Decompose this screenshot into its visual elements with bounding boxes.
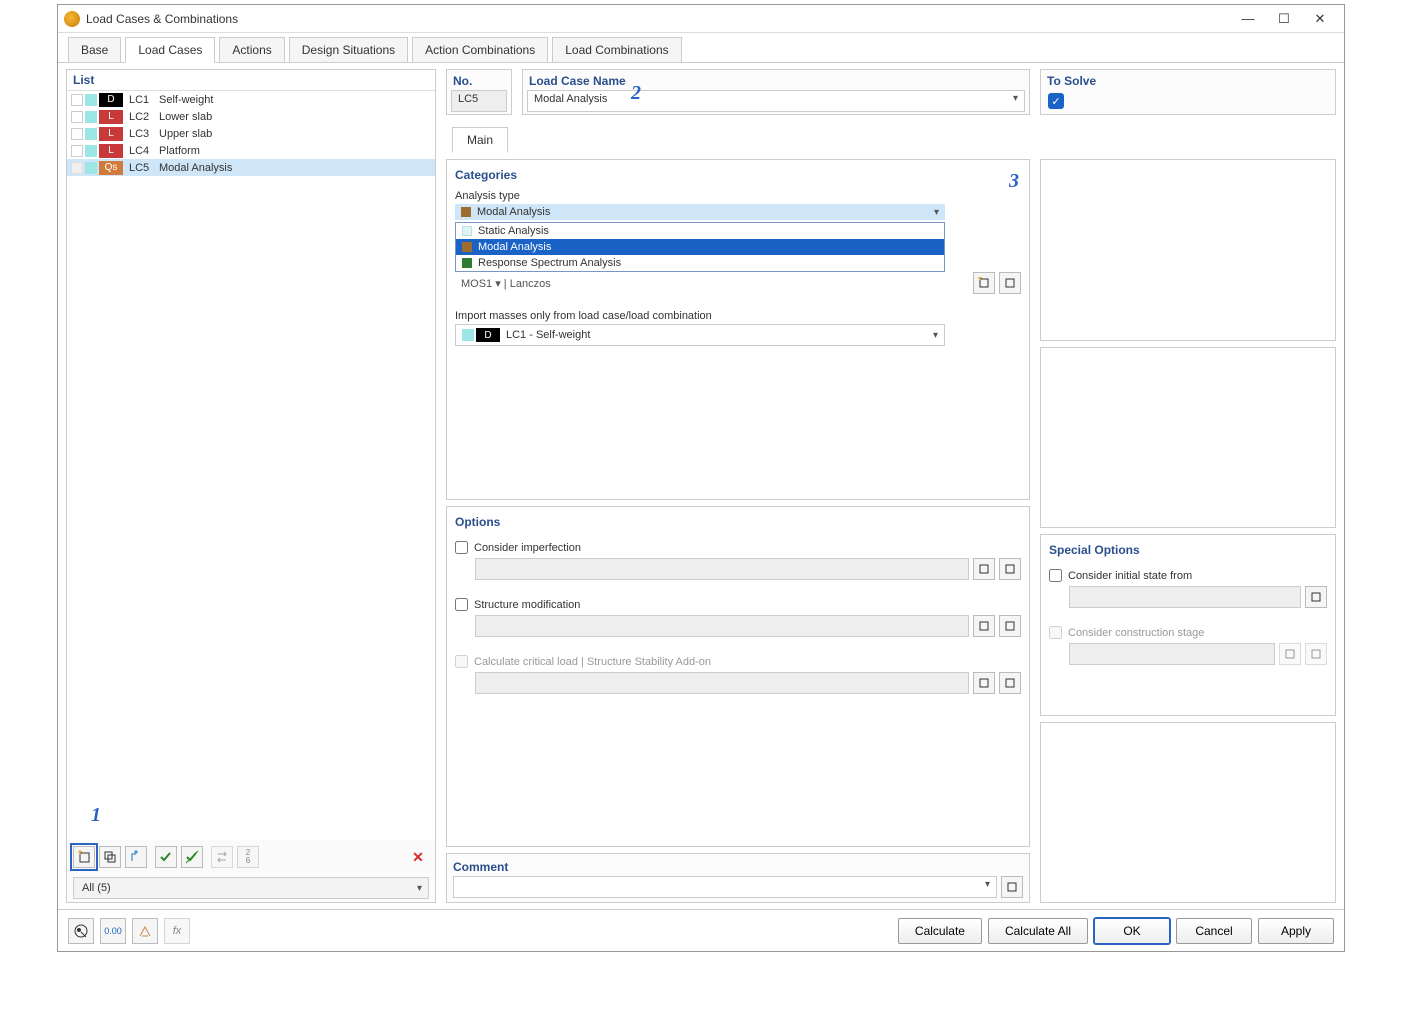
list-item[interactable]: LLC3Upper slab xyxy=(67,125,435,142)
construction-stage-checkbox xyxy=(1049,626,1062,639)
annotation-3: 3 xyxy=(1009,170,1019,193)
titlebar: Load Cases & Combinations — ☐ ✕ xyxy=(58,5,1344,33)
list-item[interactable]: LLC4Platform xyxy=(67,142,435,159)
help-button[interactable] xyxy=(68,918,94,944)
comment-pick-button[interactable] xyxy=(1001,876,1023,898)
list-toolbar: 26 ✕ xyxy=(67,840,435,874)
list-head: List xyxy=(67,70,435,91)
check-all-button[interactable] xyxy=(155,846,177,868)
structure-modification-checkbox[interactable] xyxy=(455,598,468,611)
swatch-icon xyxy=(461,207,471,217)
initial-state-checkbox[interactable] xyxy=(1049,569,1062,582)
close-button[interactable]: ✕ xyxy=(1302,6,1338,32)
tab-action-combinations[interactable]: Action Combinations xyxy=(412,37,548,62)
import-masses-label: Import masses only from load case/load c… xyxy=(455,308,1021,324)
new-settings-button[interactable] xyxy=(973,272,995,294)
tab-base[interactable]: Base xyxy=(68,37,121,62)
imperfection-field[interactable] xyxy=(475,558,969,580)
annotation-2: 2 xyxy=(631,82,641,105)
ok-button[interactable]: OK xyxy=(1094,918,1170,944)
delete-button[interactable]: ✕ xyxy=(407,846,429,868)
footer: 0.00 fx Calculate Calculate All OK Cance… xyxy=(58,909,1344,951)
annotation-1: 1 xyxy=(91,804,101,827)
calculate-button[interactable]: Calculate xyxy=(898,918,982,944)
load-case-name-label: Load Case Name xyxy=(527,72,1025,90)
tab-actions[interactable]: Actions xyxy=(219,37,284,62)
dropdown-option[interactable]: Modal Analysis xyxy=(456,239,944,255)
renumber-button[interactable]: 26 xyxy=(237,846,259,868)
copy-button[interactable] xyxy=(99,846,121,868)
swatch-icon xyxy=(462,329,474,341)
structure-new-button[interactable] xyxy=(973,615,995,637)
import-masses-select[interactable]: D LC1 - Self-weight ▾ xyxy=(455,324,945,346)
edit-settings-button[interactable] xyxy=(999,272,1021,294)
include-button[interactable] xyxy=(125,846,147,868)
main-tab[interactable]: Main xyxy=(452,127,508,153)
tab-design-situations[interactable]: Design Situations xyxy=(289,37,408,62)
truncated-row: MOS1 ▾ | Lanczos xyxy=(455,275,969,292)
chevron-down-icon: ▾ xyxy=(1013,93,1018,104)
dropdown-option[interactable]: Static Analysis xyxy=(456,223,944,239)
minimize-button[interactable]: — xyxy=(1230,6,1266,32)
tab-load-combinations[interactable]: Load Combinations xyxy=(552,37,681,62)
category-tag: D xyxy=(476,328,500,342)
no-field[interactable]: LC5 xyxy=(451,90,507,112)
list-item[interactable]: QsLC5Modal Analysis xyxy=(67,159,435,176)
chevron-down-icon: ▾ xyxy=(934,207,939,218)
load-case-list[interactable]: DLC1Self-weightLLC2Lower slabLLC3Upper s… xyxy=(67,91,435,840)
consider-imperfection-checkbox[interactable] xyxy=(455,541,468,554)
app-icon xyxy=(64,11,80,27)
stage-new-button[interactable] xyxy=(1279,643,1301,665)
structure-field[interactable] xyxy=(475,615,969,637)
stage-edit-button[interactable] xyxy=(1305,643,1327,665)
cancel-button[interactable]: Cancel xyxy=(1176,918,1252,944)
maximize-button[interactable]: ☐ xyxy=(1266,6,1302,32)
dialog-window: Load Cases & Combinations — ☐ ✕ Base Loa… xyxy=(57,4,1345,952)
tab-load-cases[interactable]: Load Cases xyxy=(125,37,215,63)
comment-head: Comment xyxy=(453,858,1023,876)
calculate-all-button[interactable]: Calculate All xyxy=(988,918,1088,944)
dropdown-option[interactable]: Response Spectrum Analysis xyxy=(456,255,944,271)
imperfection-edit-button[interactable] xyxy=(999,558,1021,580)
units-button[interactable]: 0.00 xyxy=(100,918,126,944)
load-case-name-field[interactable]: Modal Analysis ▾ xyxy=(527,90,1025,112)
apply-button[interactable]: Apply xyxy=(1258,918,1334,944)
critical-field xyxy=(475,672,969,694)
list-item[interactable]: LLC2Lower slab xyxy=(67,108,435,125)
chevron-down-icon: ▾ xyxy=(417,883,422,894)
initial-state-edit-button[interactable] xyxy=(1305,586,1327,608)
main-tabs: Base Load Cases Actions Design Situation… xyxy=(58,33,1344,63)
options-head: Options xyxy=(455,513,1021,535)
new-button[interactable] xyxy=(73,846,95,868)
model-button[interactable] xyxy=(132,918,158,944)
analysis-type-label: Analysis type xyxy=(455,188,1021,204)
comment-field[interactable]: ▾ xyxy=(453,876,997,898)
to-solve-label: To Solve xyxy=(1045,72,1331,90)
chevron-down-icon: ▾ xyxy=(933,330,938,341)
to-solve-checkbox[interactable]: ✓ xyxy=(1048,93,1064,109)
imperfection-new-button[interactable] xyxy=(973,558,995,580)
window-title: Load Cases & Combinations xyxy=(86,12,1230,26)
categories-head: Categories xyxy=(455,166,1021,188)
analysis-type-dropdown: Static AnalysisModal AnalysisResponse Sp… xyxy=(455,222,945,272)
swap-button[interactable] xyxy=(211,846,233,868)
structure-edit-button[interactable] xyxy=(999,615,1021,637)
list-item[interactable]: DLC1Self-weight xyxy=(67,91,435,108)
critical-edit-button[interactable] xyxy=(999,672,1021,694)
initial-state-field[interactable] xyxy=(1069,586,1301,608)
script-button[interactable]: fx xyxy=(164,918,190,944)
construction-stage-field xyxy=(1069,643,1275,665)
no-label: No. xyxy=(451,72,507,90)
special-options-head: Special Options xyxy=(1049,541,1327,563)
uncheck-all-button[interactable] xyxy=(181,846,203,868)
critical-new-button[interactable] xyxy=(973,672,995,694)
chevron-down-icon: ▾ xyxy=(985,879,990,890)
filter-select[interactable]: All (5) ▾ xyxy=(73,877,429,899)
analysis-type-select[interactable]: Modal Analysis ▾ xyxy=(455,204,945,220)
critical-load-checkbox xyxy=(455,655,468,668)
